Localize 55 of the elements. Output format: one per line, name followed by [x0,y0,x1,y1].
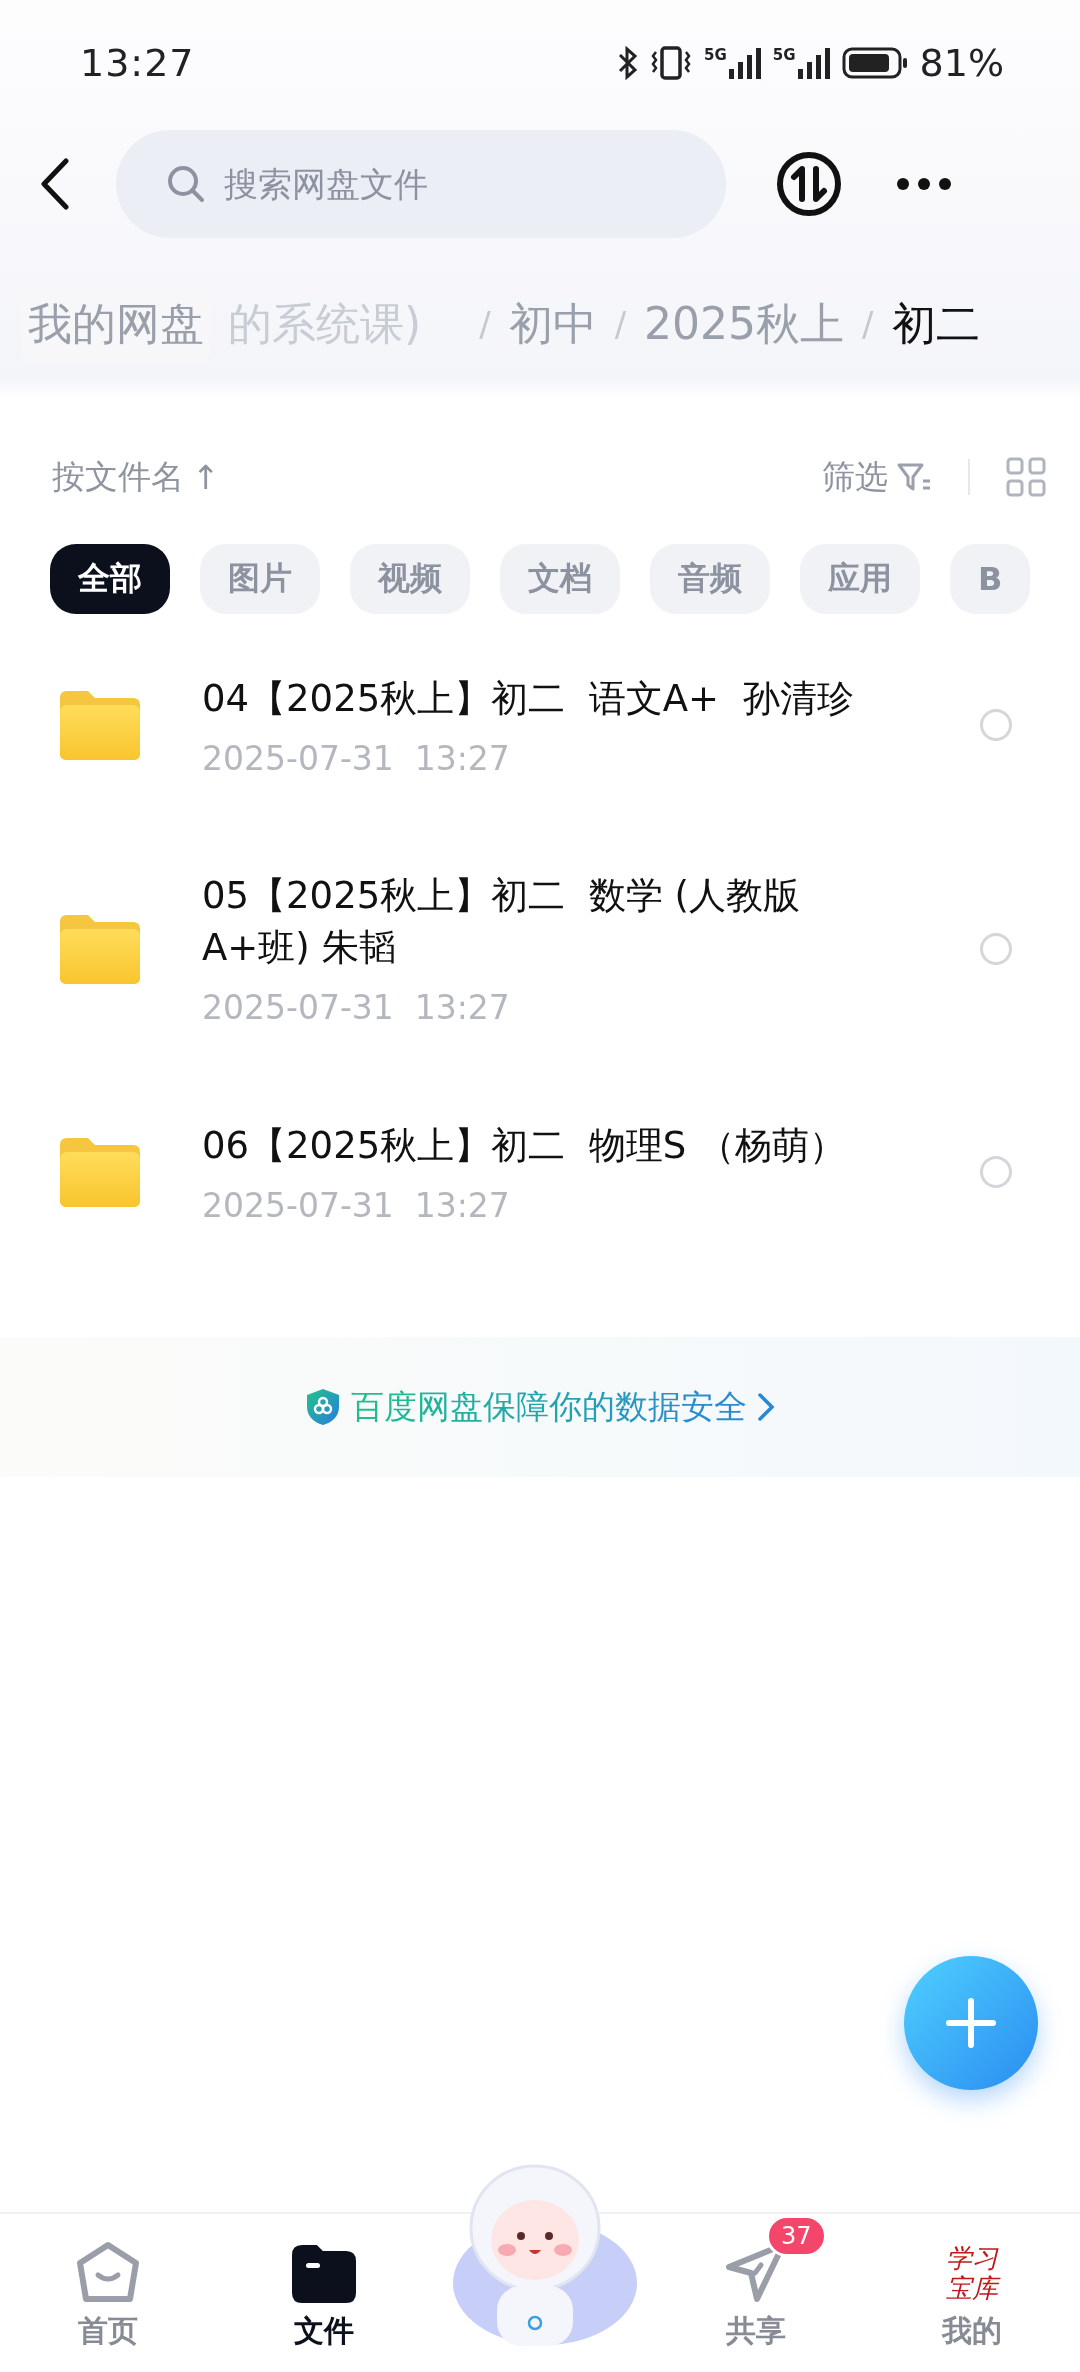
nav-tab[interactable]: 共享 [726,2311,786,2352]
sort-arrow[interactable]: ↑ [192,457,220,497]
filter-icon[interactable] [896,461,932,493]
network-label: 5G [704,47,727,63]
select-radio[interactable] [980,932,1012,965]
modified-date: 2025-07-31 13:27 [202,988,511,1027]
search-field[interactable]: 搜索网盘文件 [116,130,726,238]
filter-chip[interactable]: 视频 [350,544,470,614]
select-radio[interactable] [980,709,1012,741]
bluetooth-icon [618,46,639,80]
home-icon [76,2241,140,2303]
search-icon [166,164,206,204]
filter-chip[interactable]: 文档 [500,544,620,614]
nav-tab[interactable]: 我的 [942,2311,1002,2352]
battery-percent: 81% [919,41,1004,85]
breadcrumb-item[interactable]: 初中 [508,294,597,354]
breadcrumb-item[interactable]: 初二 [891,294,980,354]
signal-icon [728,47,761,79]
folder-icon [292,2245,356,2303]
breadcrumb-separator: / [479,304,491,344]
filter-chip[interactable]: B [950,544,1031,614]
breadcrumb-separator: / [614,304,627,344]
nav-tab[interactable]: 文件 [294,2311,354,2352]
more-icon[interactable] [896,177,952,191]
shield-icon [305,1387,341,1427]
nav-tab[interactable]: 首页 [78,2311,138,2352]
modified-date: 2025-07-31 13:27 [202,738,511,778]
network-label: 5G [772,47,796,63]
folder-name[interactable]: 05【2025秋上】初二 数学 (人教版A+班) 朱韬 [202,870,902,974]
back-icon[interactable] [40,158,70,210]
chevron-right-icon [757,1392,775,1422]
filter-label[interactable]: 筛选 [822,454,888,500]
filter-chip[interactable]: 图片 [200,544,320,614]
plus-icon [946,1998,996,2048]
breadcrumb-item[interactable]: 2025秋上 [644,294,845,354]
breadcrumb-separator: / [862,304,874,344]
grid-view-icon[interactable] [1006,457,1046,497]
vibrate-icon [650,46,693,80]
banner[interactable]: 百度网盘保障你的数据安全 [0,1337,1080,1477]
avatar-text[interactable]: 学习宝库 [942,2243,1002,2303]
transfer-icon[interactable] [776,151,842,217]
folder-name[interactable]: 06【2025秋上】初二 物理S （杨萌） [202,1119,902,1172]
status-time: 13:27 [80,41,196,85]
filter-chip[interactable]: 应用 [800,544,920,614]
signal-icon [797,47,830,79]
folder-name[interactable]: 04【2025秋上】初二 语文A+ 孙清珍 [202,672,902,725]
sort-label[interactable]: 按文件名 [52,454,184,500]
modified-date: 2025-07-31 13:27 [202,1185,511,1225]
filter-chip[interactable]: 全部 [50,544,170,614]
filter-chip[interactable]: 音频 [650,544,770,614]
folder-icon [58,688,142,762]
battery-icon [841,47,908,79]
folder-icon [58,1135,142,1209]
select-radio[interactable] [980,1156,1012,1188]
count-badge: 37 [766,2215,827,2257]
